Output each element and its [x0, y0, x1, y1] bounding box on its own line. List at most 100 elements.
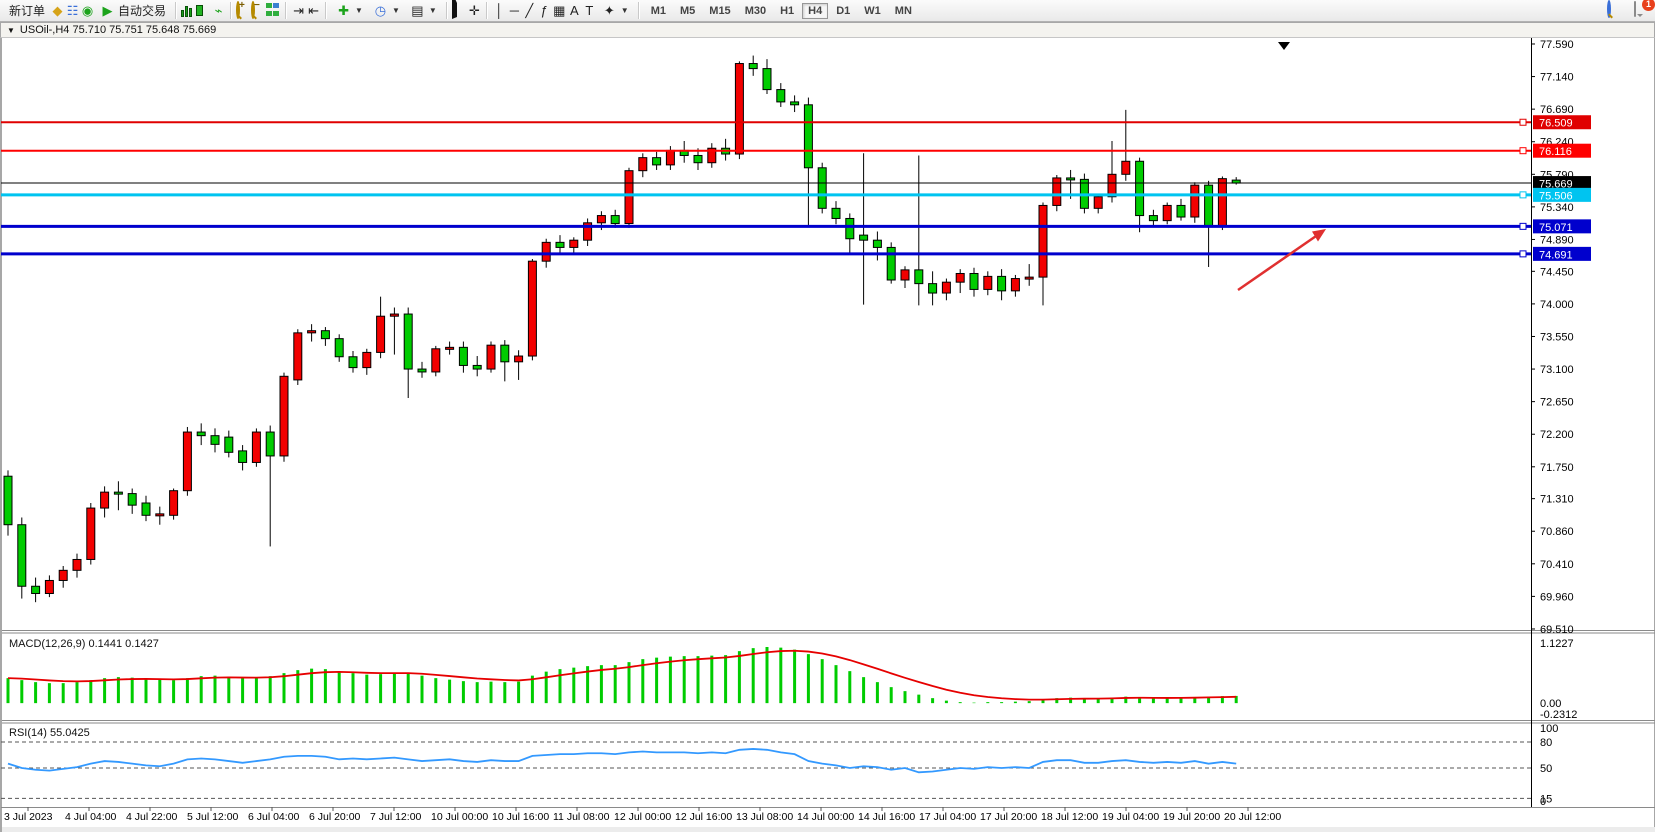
candle	[1149, 210, 1157, 226]
price-tick-label: 77.140	[1540, 72, 1574, 84]
timeframe-d1[interactable]: D1	[830, 3, 856, 19]
window-collapse-icon[interactable]: ▼	[7, 26, 15, 35]
price-tick-label: 72.200	[1540, 429, 1574, 441]
signals-icon[interactable]: ◉	[80, 3, 95, 18]
tile-windows-icon[interactable]	[266, 3, 281, 18]
auto-scroll-icon[interactable]: ⇥	[291, 3, 306, 18]
rsi-indicator-label: RSI(14) 55.0425	[9, 727, 90, 739]
candle	[915, 155, 923, 305]
candle	[404, 308, 412, 399]
date-label: 17 Jul 20:00	[980, 811, 1037, 823]
candle	[708, 143, 716, 168]
macd-scale-min: -0.2312	[1540, 709, 1577, 721]
text-tool-icon[interactable]: A	[567, 3, 582, 18]
candle	[763, 59, 771, 94]
candle	[818, 163, 826, 214]
chart-shift-icon[interactable]: ⇤	[306, 3, 321, 18]
crosshair-tool-icon[interactable]: ✛	[467, 3, 482, 18]
timeframe-mn[interactable]: MN	[889, 3, 918, 19]
candle	[873, 231, 881, 260]
data-window-icon[interactable]: ☷	[65, 3, 80, 18]
svg-text:76.509: 76.509	[1539, 118, 1573, 130]
add-indicator-icon: ✚	[336, 3, 351, 18]
template-button[interactable]: ▤▼	[405, 1, 442, 20]
price-tick-label: 77.590	[1540, 39, 1574, 51]
vertical-line-tool-icon[interactable]: │	[492, 3, 507, 18]
line-handle	[1520, 251, 1526, 257]
macd-signal-line	[8, 651, 1236, 700]
candle	[32, 578, 40, 603]
toolbar-separator	[175, 2, 177, 19]
line-handle	[1520, 148, 1526, 154]
arrows-tool-icon: ✦	[602, 3, 617, 18]
rsi-scale-label: 100	[1540, 723, 1558, 735]
zoom-in-icon[interactable]: +	[236, 3, 251, 18]
candle	[735, 61, 743, 159]
candle	[487, 342, 495, 373]
fibonacci-tool-icon[interactable]: ƒ	[537, 3, 552, 18]
candle	[1122, 110, 1130, 181]
period-button[interactable]: ◷▼	[368, 1, 405, 20]
price-tag: 76.509	[1533, 115, 1591, 130]
arrows-tool-button[interactable]: ✦▼	[597, 1, 634, 20]
text-label-tool-icon[interactable]: T	[582, 3, 597, 18]
candle	[377, 297, 385, 359]
candle	[570, 237, 578, 254]
search-icon[interactable]	[1607, 2, 1622, 17]
date-label: 14 Jul 16:00	[858, 811, 915, 823]
timeframe-h4[interactable]: H4	[802, 3, 828, 19]
hlines-layer[interactable]	[1, 119, 1531, 257]
candle	[832, 201, 840, 224]
candle	[625, 168, 633, 228]
candlestick-chart-type-icon[interactable]	[196, 3, 211, 18]
line-handle	[1520, 223, 1526, 229]
cursor-tool-icon[interactable]	[452, 3, 467, 18]
new-order-button[interactable]: 新订单	[4, 0, 50, 21]
date-label: 14 Jul 00:00	[797, 811, 854, 823]
line-chart-type-icon[interactable]: ⌁	[211, 3, 226, 18]
timeframe-m1[interactable]: M1	[645, 3, 672, 19]
candle	[791, 95, 799, 112]
timeframe-h1[interactable]: H1	[774, 3, 800, 19]
timeframe-m30[interactable]: M30	[739, 3, 772, 19]
timeframe-w1[interactable]: W1	[858, 3, 887, 19]
auto-trading-button[interactable]: ▶ 自动交易	[95, 0, 171, 21]
add-indicator-button[interactable]: ✚▼	[331, 1, 368, 20]
horizontal-line-tool-icon[interactable]: ─	[507, 3, 522, 18]
svg-text:75.506: 75.506	[1539, 190, 1573, 202]
candle	[929, 271, 937, 305]
rsi-scale-label: 50	[1540, 763, 1552, 775]
candle	[211, 428, 219, 452]
candle	[280, 373, 288, 462]
candle	[87, 503, 95, 565]
chart-canvas[interactable]: 77.59077.14076.69076.24075.79075.34074.8…	[1, 38, 1655, 832]
zoom-out-icon[interactable]: −	[251, 3, 266, 18]
price-tick-label: 74.450	[1540, 266, 1574, 278]
candle	[956, 269, 964, 293]
date-label: 17 Jul 04:00	[919, 811, 976, 823]
toolbar-separator	[325, 2, 327, 19]
market-watch-icon[interactable]: ◆	[50, 3, 65, 18]
candle	[321, 327, 329, 346]
timeframe-m5[interactable]: M5	[674, 3, 701, 19]
chart-area[interactable]: MACD(12,26,9) 0.1441 0.1427 RSI(14) 55.0…	[0, 38, 1655, 832]
date-label: 10 Jul 16:00	[492, 811, 549, 823]
svg-text:74.691: 74.691	[1539, 249, 1573, 261]
price-tick-label: 70.410	[1540, 559, 1574, 571]
candle	[335, 334, 343, 362]
price-tag: 76.116	[1533, 144, 1591, 159]
rsi-scale-label: 80	[1540, 737, 1552, 749]
price-tick-label: 71.750	[1540, 462, 1574, 474]
candle	[998, 269, 1006, 300]
timeframe-m15[interactable]: M15	[703, 3, 736, 19]
bar-chart-type-icon[interactable]	[181, 4, 196, 17]
candle	[183, 427, 191, 496]
grid-tool-icon[interactable]: ▦	[552, 3, 567, 18]
trendline-tool-icon[interactable]: ╱	[522, 3, 537, 18]
notifications-icon[interactable]: 1	[1634, 2, 1649, 17]
candle	[515, 350, 523, 380]
candle	[390, 308, 398, 355]
arrow-annotation[interactable]	[1238, 229, 1326, 290]
date-label: 19 Jul 04:00	[1102, 811, 1159, 823]
price-tick-label: 69.960	[1540, 591, 1574, 603]
